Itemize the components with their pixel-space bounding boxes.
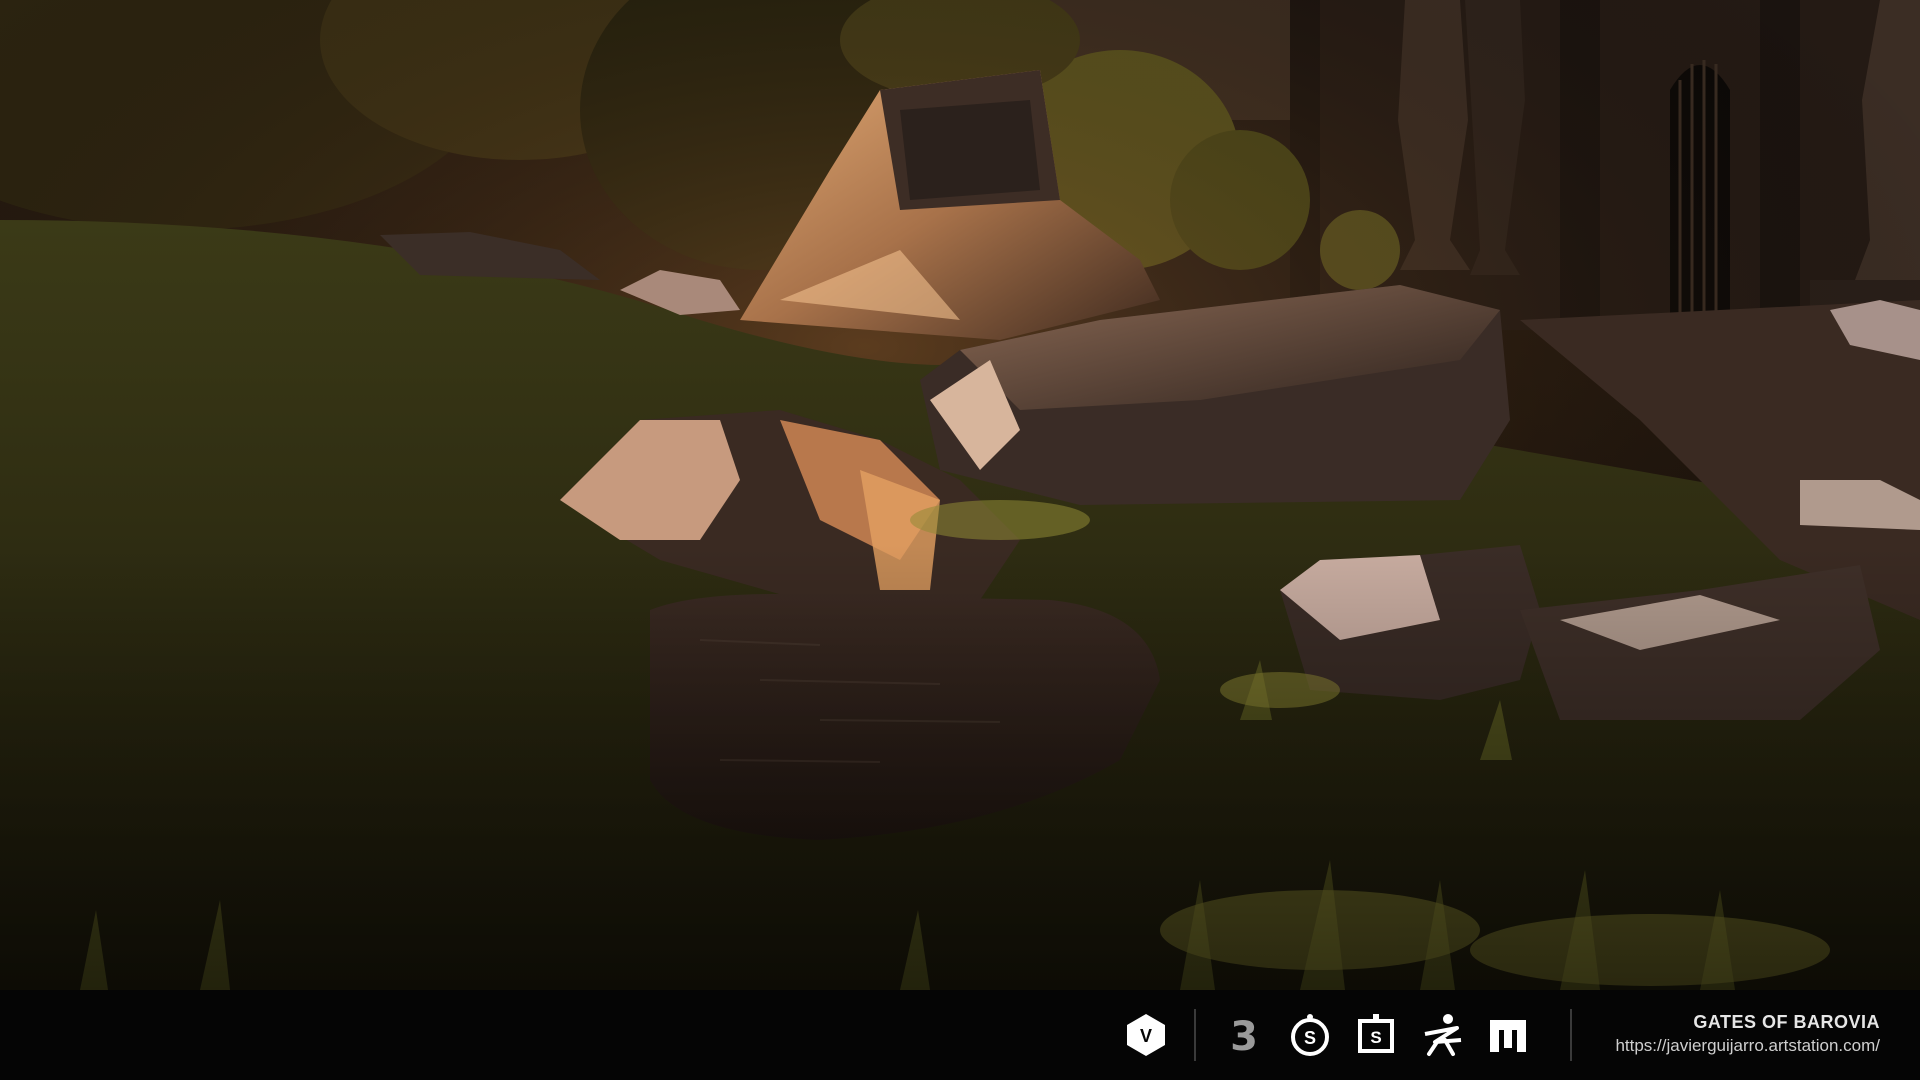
svg-text:S: S — [1370, 1028, 1381, 1047]
marmoset-icon — [1482, 1010, 1534, 1060]
caption-divider — [1570, 1009, 1572, 1061]
footer-bar: V 3 S S GATES OF BAROVIA https://javierg… — [0, 990, 1920, 1080]
svg-text:V: V — [1140, 1026, 1152, 1046]
3ds-max-icon: 3 — [1218, 1010, 1270, 1060]
svg-text:S: S — [1304, 1028, 1316, 1048]
vray-icon: V — [1120, 1010, 1172, 1060]
substance-designer-icon: S — [1284, 1010, 1336, 1060]
artwork-frame: V 3 S S GATES OF BAROVIA https://javierg… — [0, 0, 1920, 1080]
zbrush-icon — [1416, 1010, 1468, 1060]
render-scene — [0, 0, 1920, 990]
svg-text:3: 3 — [1230, 1014, 1258, 1058]
caption: GATES OF BAROVIA https://javierguijarro.… — [1615, 1010, 1880, 1058]
scene-illustration — [0, 0, 1920, 990]
artist-url[interactable]: https://javierguijarro.artstation.com/ — [1615, 1034, 1880, 1058]
substance-painter-icon: S — [1350, 1010, 1402, 1060]
project-title: GATES OF BAROVIA — [1693, 1012, 1880, 1032]
icons-divider — [1194, 1009, 1196, 1061]
software-icons: V 3 S S — [1120, 1009, 1548, 1061]
vignette — [0, 0, 1920, 990]
